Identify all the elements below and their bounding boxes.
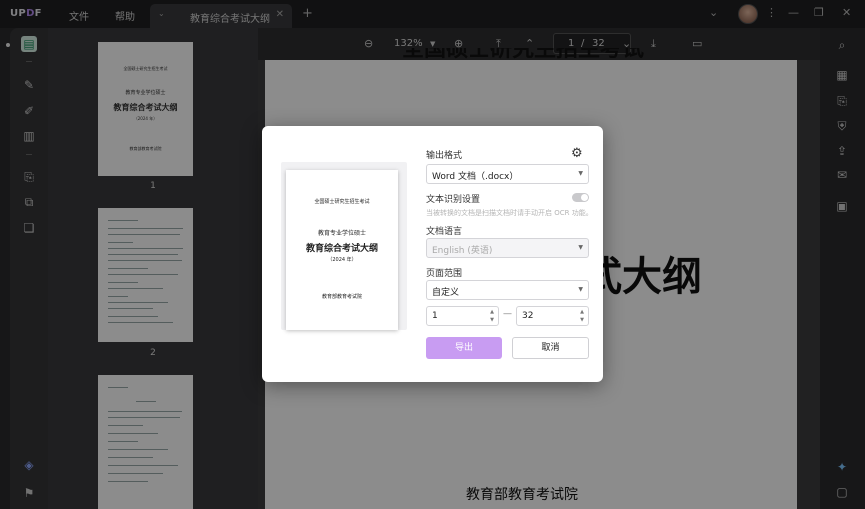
doc-language-select: English (英语) ▼ bbox=[426, 238, 589, 258]
preview-line: 教育综合考试大纲 bbox=[305, 244, 378, 254]
ocr-toggle[interactable] bbox=[572, 193, 589, 202]
page-range-select[interactable]: 自定义 ▼ bbox=[426, 280, 589, 300]
preview-line: （2024 年） bbox=[327, 257, 357, 263]
page-range-label: 页面范围 bbox=[426, 269, 463, 279]
chevron-down-icon: ▼ bbox=[578, 286, 583, 293]
ocr-settings-label: 文本识别设置 bbox=[426, 195, 481, 205]
stepper-icon[interactable]: ▲ ▼ bbox=[580, 308, 584, 324]
stepper-icon[interactable]: ▲ ▼ bbox=[490, 308, 494, 324]
cancel-button[interactable]: 取消 bbox=[512, 337, 589, 359]
chevron-down-icon: ▼ bbox=[578, 244, 583, 251]
export-dialog: 全国硕士研究生招生考试 教育专业学位硕士 教育综合考试大纲 （2024 年） 教… bbox=[262, 126, 603, 382]
doc-language-label: 文档语言 bbox=[426, 227, 463, 237]
range-to-input[interactable]: 32 ▲ ▼ bbox=[516, 306, 589, 326]
preview-line: 全国硕士研究生招生考试 bbox=[314, 199, 370, 205]
preview-page: 全国硕士研究生招生考试 教育专业学位硕士 教育综合考试大纲 （2024 年） 教… bbox=[286, 170, 398, 330]
range-dash: — bbox=[503, 309, 512, 319]
chevron-down-icon: ▼ bbox=[578, 170, 583, 177]
output-format-label: 输出格式 bbox=[426, 151, 463, 161]
output-format-select[interactable]: Word 文档（.docx） ▼ bbox=[426, 164, 589, 184]
gear-icon[interactable]: ⚙ bbox=[571, 146, 583, 161]
ocr-hint: 当被转换的文档是扫描文档时请手动开启 OCR 功能。 bbox=[426, 209, 593, 217]
preview-line: 教育部教育考试院 bbox=[321, 294, 362, 300]
export-button[interactable]: 导出 bbox=[426, 337, 502, 359]
range-from-input[interactable]: 1 ▲ ▼ bbox=[426, 306, 499, 326]
preview-line: 教育专业学位硕士 bbox=[317, 230, 366, 237]
